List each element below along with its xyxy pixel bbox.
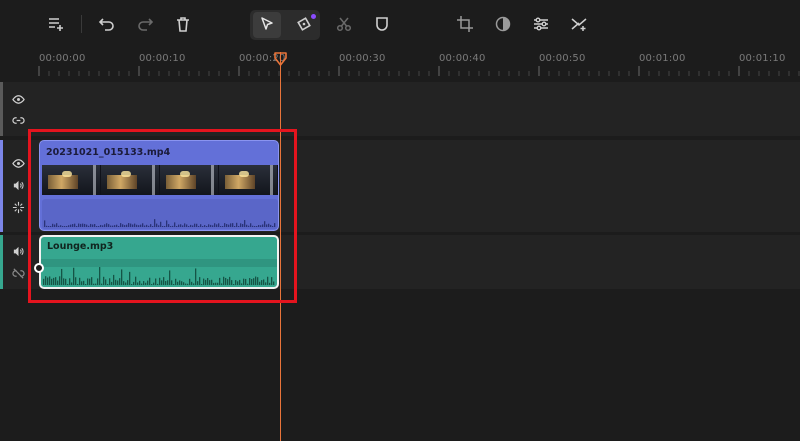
ruler-tick-label: 00:00:00 bbox=[39, 53, 86, 64]
sparkle-icon bbox=[12, 201, 24, 213]
select-tool-icon bbox=[261, 17, 273, 30]
track-color-bar bbox=[0, 235, 3, 289]
selection-highlight-box bbox=[28, 129, 297, 303]
track-color-bar bbox=[0, 82, 3, 136]
track-visibility-toggle[interactable] bbox=[10, 155, 26, 171]
speaker-icon bbox=[13, 246, 24, 256]
track-mute-toggle[interactable] bbox=[10, 177, 26, 193]
add-track-icon bbox=[49, 18, 63, 31]
select-tool-button[interactable] bbox=[254, 11, 280, 37]
toolbar-divider bbox=[81, 15, 82, 33]
ruler-tick-label: 00:00:10 bbox=[139, 53, 186, 64]
ruler-tick-label: 00:00:30 bbox=[339, 53, 386, 64]
add-track-button[interactable] bbox=[43, 11, 69, 37]
delete-button[interactable] bbox=[170, 11, 196, 37]
unlink-icon bbox=[11, 267, 25, 279]
crop-icon bbox=[457, 16, 473, 32]
delete-icon bbox=[177, 17, 189, 32]
track-unlink-toggle[interactable] bbox=[10, 265, 26, 281]
redo-icon bbox=[138, 18, 154, 31]
track-visibility-toggle[interactable] bbox=[10, 91, 26, 107]
speaker-icon bbox=[13, 180, 24, 190]
track-color-bar bbox=[0, 140, 3, 232]
playhead-handle[interactable] bbox=[274, 52, 287, 66]
ruler-tick-marks bbox=[38, 66, 800, 76]
ruler-tick-label: 00:00:50 bbox=[539, 53, 586, 64]
mask-icon bbox=[376, 17, 388, 31]
transition-button[interactable] bbox=[566, 11, 592, 37]
mask-button[interactable] bbox=[369, 11, 395, 37]
split-button[interactable] bbox=[331, 11, 357, 37]
transition-icon bbox=[571, 18, 587, 31]
undo-button[interactable] bbox=[94, 11, 120, 37]
color-button[interactable] bbox=[490, 11, 516, 37]
overlay-track[interactable] bbox=[0, 82, 800, 136]
ruler-tick-label: 00:00:40 bbox=[439, 53, 486, 64]
marker-tool-icon bbox=[297, 17, 311, 31]
redo-button[interactable] bbox=[132, 11, 158, 37]
keyframe-handle[interactable] bbox=[34, 263, 44, 273]
color-icon bbox=[495, 16, 511, 32]
ruler-tick-label: 00:01:10 bbox=[739, 53, 786, 64]
ruler-tick-label: 00:01:00 bbox=[639, 53, 686, 64]
eye-icon bbox=[11, 94, 25, 104]
timeline-toolbar bbox=[0, 0, 800, 48]
adjust-icon bbox=[534, 17, 548, 31]
split-icon bbox=[336, 17, 352, 32]
undo-icon bbox=[98, 18, 114, 31]
crop-button[interactable] bbox=[452, 11, 478, 37]
eye-icon bbox=[11, 158, 25, 168]
time-ruler[interactable]: 00:00:00 00:00:10 00:00:20 00:00:30 00:0… bbox=[0, 48, 800, 78]
new-feature-dot bbox=[311, 14, 316, 19]
track-effect-toggle[interactable] bbox=[10, 199, 26, 215]
track-mute-toggle[interactable] bbox=[10, 243, 26, 259]
link-icon bbox=[11, 116, 25, 124]
adjust-button[interactable] bbox=[528, 11, 554, 37]
track-link-toggle[interactable] bbox=[10, 112, 26, 128]
